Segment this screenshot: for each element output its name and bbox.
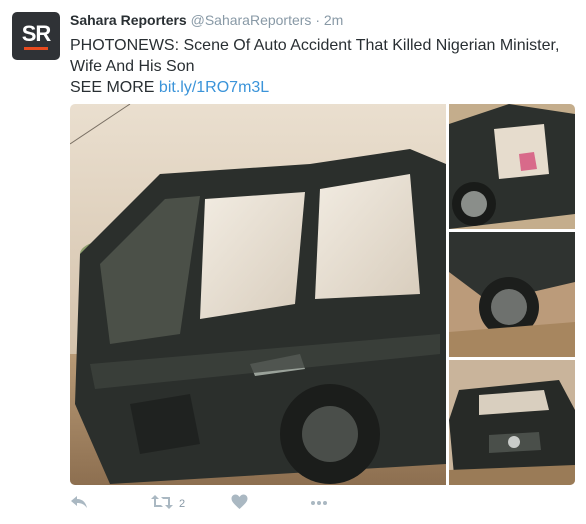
reply-icon <box>70 494 88 510</box>
media-grid <box>70 104 575 485</box>
tweet-text-line-2: Wife And His Son <box>70 58 195 75</box>
more-dots-icon <box>310 494 328 510</box>
tweet-text: PHOTONEWS: Scene Of Auto Accident That K… <box>70 35 575 98</box>
photo-3[interactable] <box>449 232 575 357</box>
retweet-button[interactable]: 2 <box>150 494 185 516</box>
tweet-text-line-1: PHOTONEWS: Scene Of Auto Accident That K… <box>70 37 560 54</box>
like-button[interactable] <box>231 494 248 516</box>
timestamp[interactable]: 2m <box>324 12 343 28</box>
reply-button[interactable] <box>70 494 88 516</box>
tweet-text-line-3: SEE MORE bit.ly/1RO7m3L <box>70 77 575 98</box>
heart-icon <box>231 494 248 510</box>
tweet-header: Sahara Reporters @SaharaReporters · 2m <box>70 12 343 28</box>
main-photo[interactable] <box>70 104 446 485</box>
photo-2[interactable] <box>449 104 575 229</box>
author-handle[interactable]: @SaharaReporters <box>191 12 312 28</box>
avatar-initials: SR <box>21 21 52 46</box>
avatar[interactable]: SR <box>12 12 60 60</box>
photo-4[interactable] <box>449 360 575 485</box>
avatar-accent-bar <box>24 47 48 50</box>
see-more-label: SEE MORE <box>70 79 155 96</box>
tweet-link[interactable]: bit.ly/1RO7m3L <box>159 79 269 96</box>
separator-dot: · <box>315 12 320 28</box>
author-name[interactable]: Sahara Reporters <box>70 12 187 28</box>
retweet-icon <box>150 494 174 510</box>
more-button[interactable] <box>310 494 328 516</box>
retweet-count: 2 <box>179 498 186 510</box>
